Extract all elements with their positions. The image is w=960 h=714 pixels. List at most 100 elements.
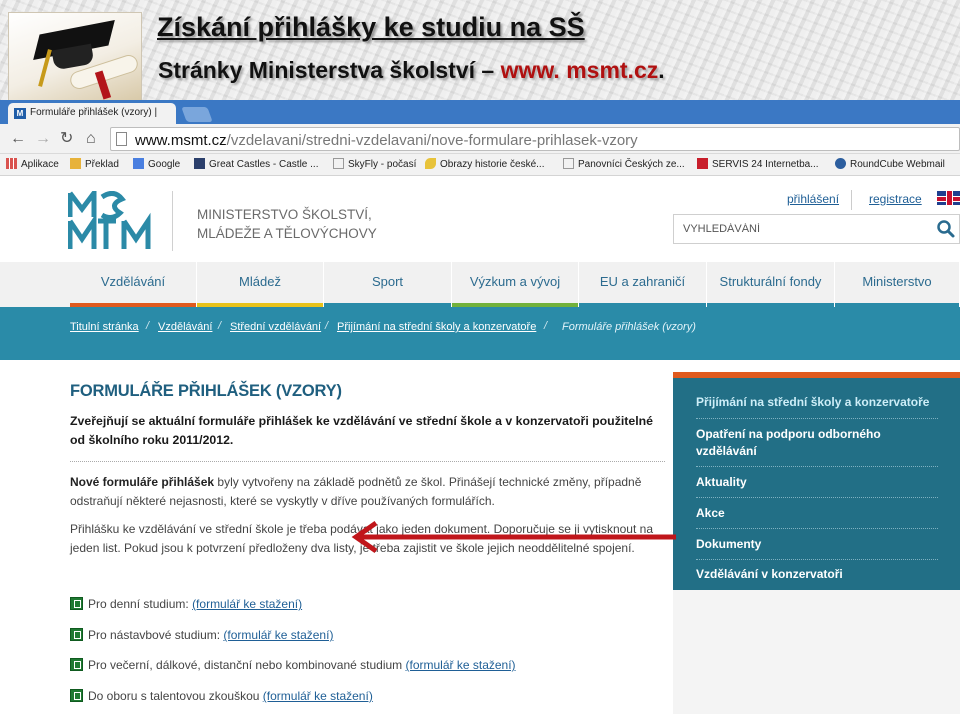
paragraph-new-forms: Nové formuláře přihlášek byly vytvořeny …	[70, 473, 660, 511]
forward-arrow-icon[interactable]: →	[35, 130, 51, 148]
content-divider	[70, 461, 665, 462]
page-icon	[333, 158, 344, 169]
sidebar-separator	[696, 466, 938, 467]
msmt-logo-mark-icon	[67, 185, 151, 249]
breadcrumb-separator: /	[146, 320, 150, 332]
form-row-vecerni: Pro večerní, dálkové, distanční nebo kom…	[70, 658, 516, 672]
tab-title: Formuláře přihlášek (vzory) |	[30, 107, 158, 118]
reload-icon[interactable]: ↻	[60, 130, 73, 148]
bookmark-great-castles[interactable]: Great Castles - Castle ...	[194, 158, 318, 170]
red-arrow-annotation	[351, 520, 676, 554]
address-bar[interactable]: www.msmt.cz/vzdelavani/stredni-vzdelavan…	[110, 127, 960, 151]
search-input[interactable]	[674, 215, 929, 243]
form-row-denni: Pro denní studium: (formulář ke stažení)	[70, 597, 302, 611]
slide-subtitle: Stránky Ministerstva školství – www. msm…	[158, 57, 665, 84]
excel-file-icon	[70, 628, 83, 641]
sidebar-separator	[696, 418, 938, 419]
google-icon	[133, 158, 144, 169]
leaf-icon	[425, 158, 436, 169]
paragraph-bold-lead: Nové formuláře přihlášek	[70, 475, 215, 489]
main-navigation: Vzdělávání Mládež Sport Výzkum a vývoj E…	[0, 262, 960, 307]
search-icon[interactable]	[936, 219, 956, 239]
tab-strip: M Formuláře přihlášek (vzory) |	[0, 100, 960, 124]
browser-toolbar: ← → ↻ ⌂ www.msmt.cz/vzdelavani/stredni-v…	[0, 124, 960, 154]
browser-screenshot: M Formuláře přihlášek (vzory) | ← → ↻ ⌂ …	[0, 100, 960, 714]
bookmark-roundcube[interactable]: RoundCube Webmail	[835, 158, 945, 170]
bookmarks-bar: Aplikace Překlad Google Great Castles - …	[0, 154, 960, 176]
roundcube-icon	[835, 158, 846, 169]
breadcrumb-separator: /	[544, 320, 548, 332]
address-url: www.msmt.cz/vzdelavani/stredni-vzdelavan…	[135, 132, 638, 149]
download-form-link[interactable]: (formulář ke stažení)	[406, 658, 516, 672]
breadcrumb-separator: /	[218, 320, 222, 332]
msmt-logo[interactable]	[67, 185, 154, 253]
ministry-name: MINISTERSTVO ŠKOLSTVÍ, MLÁDEŽE A TĚLOVÝC…	[197, 205, 457, 243]
login-link[interactable]: přihlášení	[787, 192, 839, 206]
bookmark-panovnici[interactable]: Panovníci Českých ze...	[563, 158, 685, 170]
msmt-favicon-icon: M	[14, 108, 26, 119]
register-link[interactable]: registrace	[869, 192, 922, 206]
intro-text: Zveřejňují se aktuální formuláře přihláš…	[70, 414, 653, 447]
back-arrow-icon[interactable]: ←	[10, 130, 26, 148]
sidebar-item-konzervator[interactable]: Vzdělávání v konzervatoři	[673, 566, 960, 583]
breadcrumb: Titulní stránka / Vzdělávání / Střední v…	[0, 307, 960, 360]
sidebar-item-akce[interactable]: Akce	[673, 505, 960, 522]
page-icon	[116, 132, 127, 146]
breadcrumb-current: Formuláře přihlášek (vzory)	[562, 321, 696, 333]
breadcrumb-prijimani[interactable]: Přijímání na střední školy a konzervatoř…	[337, 321, 536, 333]
breadcrumb-titulni-stranka[interactable]: Titulní stránka	[70, 321, 139, 333]
site-header: MINISTERSTVO ŠKOLSTVÍ, MLÁDEŽE A TĚLOVÝC…	[0, 177, 960, 262]
breadcrumb-stredni-vzdelavani[interactable]: Střední vzdělávání	[230, 321, 321, 333]
page-icon	[563, 158, 574, 169]
nav-eu-a-zahranici[interactable]: EU a zahraničí	[579, 262, 707, 307]
download-form-link[interactable]: (formulář ke stažení)	[223, 628, 333, 642]
breadcrumb-separator: /	[325, 320, 329, 332]
folder-icon	[70, 158, 81, 169]
form-row-nastavbove: Pro nástavbové studium: (formulář ke sta…	[70, 628, 333, 642]
excel-file-icon	[70, 689, 83, 702]
sidebar-separator	[696, 528, 938, 529]
nav-vyzkum-a-vyvoj[interactable]: Výzkum a vývoj	[452, 262, 579, 307]
graduation-cap-image	[8, 12, 142, 102]
uk-flag-icon[interactable]	[937, 191, 960, 205]
bookmark-servis24[interactable]: SERVIS 24 Internetba...	[697, 158, 819, 170]
nav-mladez[interactable]: Mládež	[197, 262, 324, 307]
new-tab-button[interactable]	[181, 107, 213, 122]
browser-tab[interactable]: M Formuláře přihlášek (vzory) |	[8, 103, 176, 124]
nav-sport[interactable]: Sport	[324, 262, 452, 307]
sidebar-separator	[696, 497, 938, 498]
search-box	[673, 214, 960, 244]
ministry-name-line2: MLÁDEŽE A TĚLOVÝCHOVY	[197, 226, 377, 241]
home-icon[interactable]: ⌂	[86, 130, 96, 148]
nav-strukturalni-fondy[interactable]: Strukturální fondy	[707, 262, 835, 307]
top-links-divider	[851, 190, 852, 210]
subtitle-prefix: Stránky Ministerstva školství –	[158, 57, 501, 83]
sidebar-item-opatreni[interactable]: Opatření na podporu odborného vzdělávání	[673, 426, 903, 460]
excel-file-icon	[70, 658, 83, 671]
bookmark-obrazy-historie[interactable]: Obrazy historie české...	[425, 158, 544, 170]
download-form-link[interactable]: (formulář ke stažení)	[263, 689, 373, 703]
bookmark-skyfly[interactable]: SkyFly - počasí	[333, 158, 416, 170]
sidebar-item-dokumenty[interactable]: Dokumenty	[673, 536, 960, 553]
subtitle-suffix: .	[658, 57, 665, 83]
background-decoration	[673, 590, 960, 714]
nav-ministerstvo[interactable]: Ministerstvo	[835, 262, 960, 307]
download-form-link[interactable]: (formulář ke stažení)	[192, 597, 302, 611]
sidebar-item-prijimani[interactable]: Přijímání na střední školy a konzervatoř…	[673, 394, 960, 411]
sidebar-nav: Přijímání na střední školy a konzervatoř…	[673, 372, 960, 590]
sidebar-separator	[696, 559, 938, 560]
breadcrumb-vzdelavani[interactable]: Vzdělávání	[158, 321, 212, 333]
ministry-name-line1: MINISTERSTVO ŠKOLSTVÍ,	[197, 207, 372, 222]
apps-grid-icon	[6, 158, 17, 169]
logo-divider	[172, 191, 173, 251]
nav-vzdelavani[interactable]: Vzdělávání	[70, 262, 197, 307]
castle-icon	[194, 158, 205, 169]
bookmark-google[interactable]: Google	[133, 158, 180, 170]
slide-title: Získání přihlášky ke studiu na SŠ	[157, 12, 585, 42]
excel-file-icon	[70, 597, 83, 610]
page-title: FORMULÁŘE PŘIHLÁŠEK (VZORY)	[70, 382, 342, 400]
bookmark-preklad[interactable]: Překlad	[70, 158, 119, 170]
sidebar-item-aktuality[interactable]: Aktuality	[673, 474, 960, 491]
bookmark-apps[interactable]: Aplikace	[6, 158, 59, 170]
subtitle-url: www. msmt.cz	[500, 57, 659, 83]
